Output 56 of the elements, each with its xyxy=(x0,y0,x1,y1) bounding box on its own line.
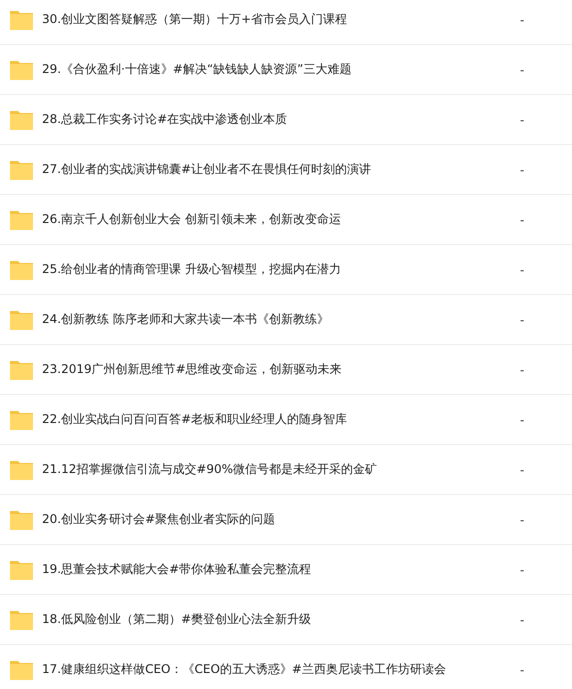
folder-icon xyxy=(10,10,33,30)
folder-row[interactable]: 20.创业实务研讨会#聚焦创业者实际的问题 - xyxy=(0,495,572,545)
folder-row[interactable]: 25.给创业者的情商管理课 升级心智模型，挖掘内在潜力 - xyxy=(0,245,572,295)
folder-icon xyxy=(10,510,33,530)
folder-row[interactable]: 22.创业实战白问百问百答#老板和职业经理人的随身智库 - xyxy=(0,395,572,445)
file-size: - xyxy=(520,262,526,276)
folder-name: 19.思董会技术赋能大会#带你体验私董会完整流程 xyxy=(42,561,312,578)
folder-icon xyxy=(10,360,33,380)
folder-icon xyxy=(10,160,33,180)
folder-row[interactable]: 24.创新教练 陈序老师和大家共读一本书《创新教练》 - xyxy=(0,295,572,345)
folder-row[interactable]: 30.创业文图答疑解惑（第一期）十万+省市会员入门课程 - xyxy=(0,0,572,45)
folder-row[interactable]: 19.思董会技术赋能大会#带你体验私董会完整流程 - xyxy=(0,545,572,595)
file-size: - xyxy=(520,662,526,676)
folder-name: 23.2019广州创新思维节#思维改变命运，创新驱动未来 xyxy=(42,361,343,378)
folder-row[interactable]: 23.2019广州创新思维节#思维改变命运，创新驱动未来 - xyxy=(0,345,572,395)
folder-name: 20.创业实务研讨会#聚焦创业者实际的问题 xyxy=(42,511,276,528)
folder-name: 29.《合伙盈利·十倍速》#解决“缺钱缺人缺资源”三大难题 xyxy=(42,61,352,78)
folder-icon xyxy=(10,660,33,680)
folder-row[interactable]: 27.创业者的实战演讲锦囊#让创业者不在畏惧任何时刻的演讲 - xyxy=(0,145,572,195)
file-size: - xyxy=(520,212,526,226)
file-size: - xyxy=(520,412,526,426)
folder-icon xyxy=(10,310,33,330)
folder-row[interactable]: 21.12招掌握微信引流与成交#90%微信号都是未经开采的金矿 - xyxy=(0,445,572,495)
folder-icon xyxy=(10,610,33,630)
folder-row[interactable]: 17.健康组织这样做CEO：《CEO的五大诱惑》#兰西奥尼读书工作坊研读会 - xyxy=(0,645,572,689)
folder-row[interactable]: 28.总裁工作实务讨论#在实战中渗透创业本质 - xyxy=(0,95,572,145)
folder-icon xyxy=(10,210,33,230)
file-size: - xyxy=(520,612,526,626)
folder-name: 24.创新教练 陈序老师和大家共读一本书《创新教练》 xyxy=(42,311,330,328)
file-size: - xyxy=(520,562,526,576)
file-size: - xyxy=(520,512,526,526)
folder-name: 18.低风险创业（第二期）#樊登创业心法全新升级 xyxy=(42,611,312,628)
folder-name: 17.健康组织这样做CEO：《CEO的五大诱惑》#兰西奥尼读书工作坊研读会 xyxy=(42,661,447,678)
folder-name: 28.总裁工作实务讨论#在实战中渗透创业本质 xyxy=(42,111,288,128)
folder-name: 25.给创业者的情商管理课 升级心智模型，挖掘内在潜力 xyxy=(42,261,342,278)
file-size: - xyxy=(520,312,526,326)
folder-icon xyxy=(10,460,33,480)
folder-icon xyxy=(10,410,33,430)
folder-row[interactable]: 26.南京千人创新创业大会 创新引领未来，创新改变命运 - xyxy=(0,195,572,245)
folder-name: 26.南京千人创新创业大会 创新引领未来，创新改变命运 xyxy=(42,211,342,228)
folder-icon xyxy=(10,110,33,130)
file-size: - xyxy=(520,62,526,76)
folder-name: 30.创业文图答疑解惑（第一期）十万+省市会员入门课程 xyxy=(42,11,348,28)
folder-icon xyxy=(10,260,33,280)
file-size: - xyxy=(520,162,526,176)
file-size: - xyxy=(520,462,526,476)
file-size: - xyxy=(520,112,526,126)
folder-name: 22.创业实战白问百问百答#老板和职业经理人的随身智库 xyxy=(42,411,348,428)
folder-icon xyxy=(10,560,33,580)
file-size: - xyxy=(520,12,526,26)
folder-name: 27.创业者的实战演讲锦囊#让创业者不在畏惧任何时刻的演讲 xyxy=(42,161,372,178)
folder-row[interactable]: 18.低风险创业（第二期）#樊登创业心法全新升级 - xyxy=(0,595,572,645)
file-size: - xyxy=(520,362,526,376)
folder-icon xyxy=(10,60,33,80)
folder-name: 21.12招掌握微信引流与成交#90%微信号都是未经开采的金矿 xyxy=(42,461,378,478)
folder-row[interactable]: 29.《合伙盈利·十倍速》#解决“缺钱缺人缺资源”三大难题 - xyxy=(0,45,572,95)
